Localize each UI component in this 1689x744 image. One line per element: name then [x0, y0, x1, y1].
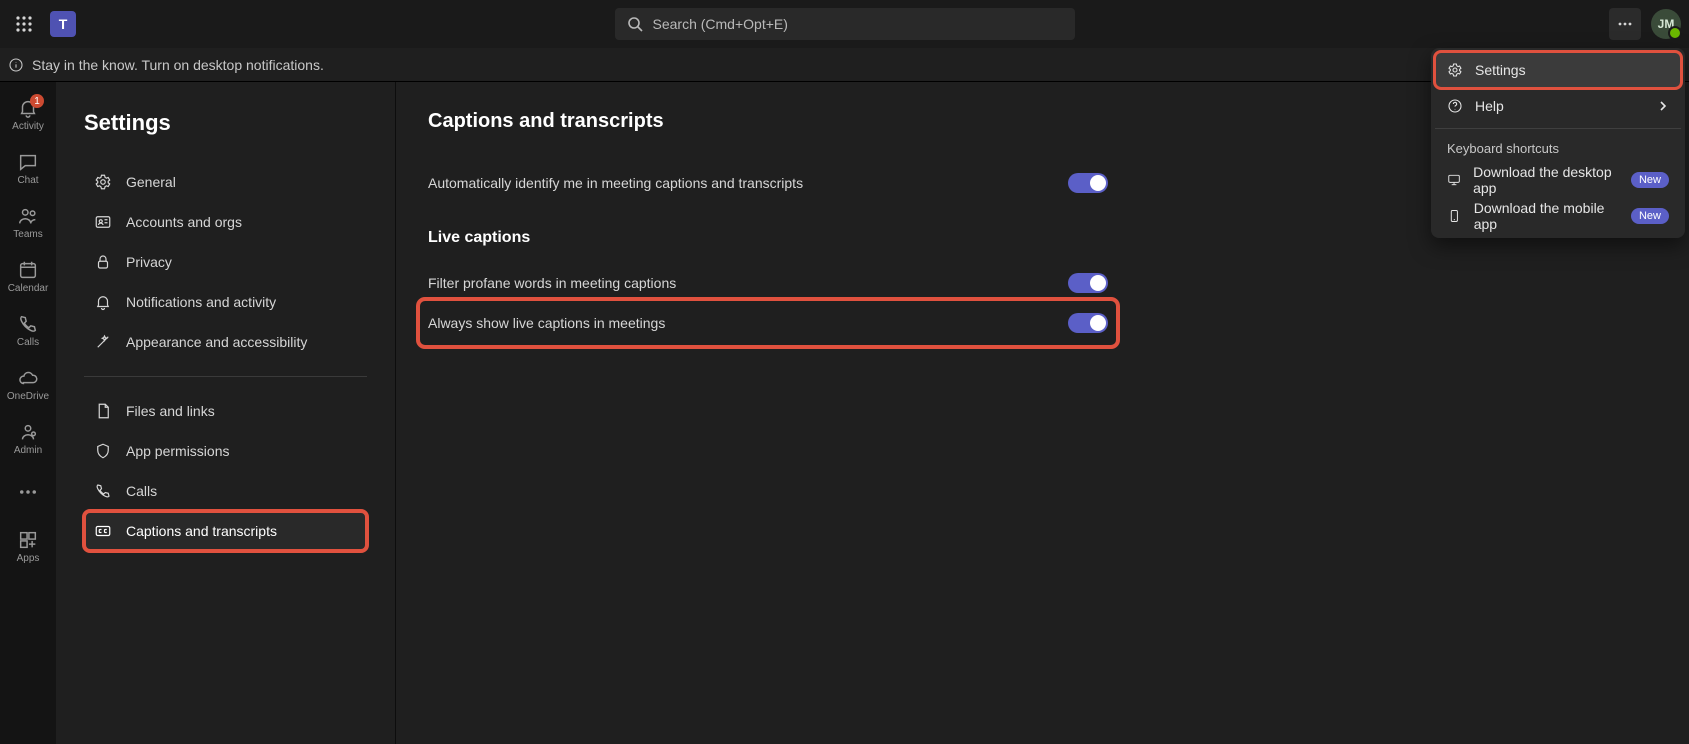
search-icon	[627, 16, 643, 32]
settings-item-label: Appearance and accessibility	[126, 334, 307, 350]
chevron-right-icon	[1657, 100, 1669, 112]
settings-item-label: App permissions	[126, 443, 230, 459]
menu-settings[interactable]: Settings	[1435, 52, 1681, 88]
rail-onedrive-label: OneDrive	[7, 391, 49, 402]
rail-apps-label: Apps	[17, 553, 40, 564]
cc-icon	[94, 522, 112, 540]
menu-settings-label: Settings	[1475, 62, 1526, 78]
chat-icon	[17, 151, 39, 173]
rail-teams[interactable]: Teams	[0, 196, 56, 248]
info-icon	[8, 57, 24, 73]
shield-icon	[94, 442, 112, 460]
settings-nav: Settings General Accounts and orgs Priva…	[56, 82, 396, 744]
settings-item-general[interactable]: General	[84, 162, 367, 202]
gear-icon	[94, 173, 112, 191]
settings-item-captions[interactable]: Captions and transcripts	[84, 511, 367, 551]
profile-menu: Settings Help Keyboard shortcuts Downloa…	[1431, 48, 1685, 238]
toggle-filter-profane-label: Filter profane words in meeting captions	[428, 275, 676, 291]
rail-calendar-label: Calendar	[8, 283, 49, 294]
rail-chat-label: Chat	[17, 175, 38, 186]
bell-icon	[94, 293, 112, 311]
menu-download-mobile-label: Download the mobile app	[1474, 200, 1619, 232]
toggle-auto-identify-label: Automatically identify me in meeting cap…	[428, 175, 803, 191]
rail-chat[interactable]: Chat	[0, 142, 56, 194]
toggle-filter-profane[interactable]	[1068, 273, 1108, 293]
lock-icon	[94, 253, 112, 271]
settings-item-label: Notifications and activity	[126, 294, 276, 310]
waffle-icon	[15, 15, 33, 33]
settings-item-label: Captions and transcripts	[126, 523, 277, 539]
rail-activity-label: Activity	[12, 121, 44, 132]
settings-item-label: General	[126, 174, 176, 190]
cloud-icon	[17, 367, 39, 389]
settings-item-privacy[interactable]: Privacy	[84, 242, 367, 282]
gear-icon	[1447, 62, 1463, 78]
settings-item-label: Files and links	[126, 403, 215, 419]
menu-section-heading: Keyboard shortcuts	[1435, 133, 1681, 162]
rail-teams-label: Teams	[13, 229, 42, 240]
settings-item-label: Calls	[126, 483, 157, 499]
new-badge: New	[1631, 208, 1669, 224]
phone-icon	[17, 313, 39, 335]
settings-item-permissions[interactable]: App permissions	[84, 431, 367, 471]
menu-help[interactable]: Help	[1435, 88, 1681, 124]
settings-title: Settings	[84, 110, 367, 136]
settings-item-accounts[interactable]: Accounts and orgs	[84, 202, 367, 242]
menu-help-label: Help	[1475, 98, 1504, 114]
rail-more[interactable]	[0, 466, 56, 518]
more-options-button[interactable]	[1609, 8, 1641, 40]
notification-text: Stay in the know. Turn on desktop notifi…	[32, 57, 324, 73]
id-icon	[94, 213, 112, 231]
app-launcher-button[interactable]	[8, 8, 40, 40]
rail-calendar[interactable]: Calendar	[0, 250, 56, 302]
toggle-always-show[interactable]	[1068, 313, 1108, 333]
settings-item-label: Accounts and orgs	[126, 214, 242, 230]
rail-calls[interactable]: Calls	[0, 304, 56, 356]
toggle-auto-identify-row: Automatically identify me in meeting cap…	[428, 163, 1108, 203]
menu-download-mobile[interactable]: Download the mobile app New	[1435, 198, 1681, 234]
settings-item-label: Privacy	[126, 254, 172, 270]
menu-download-desktop[interactable]: Download the desktop app New	[1435, 162, 1681, 198]
admin-icon	[17, 421, 39, 443]
ellipsis-icon	[18, 482, 38, 502]
help-icon	[1447, 98, 1463, 114]
ellipsis-icon	[1617, 16, 1633, 32]
calendar-icon	[17, 259, 39, 281]
toggle-always-show-row: Always show live captions in meetings	[422, 303, 1114, 343]
new-badge: New	[1631, 172, 1669, 188]
toggle-filter-profane-row: Filter profane words in meeting captions	[428, 263, 1108, 303]
rail-activity[interactable]: 1 Activity	[0, 88, 56, 140]
mobile-icon	[1447, 208, 1462, 224]
toggle-always-show-label: Always show live captions in meetings	[428, 315, 665, 331]
settings-item-calls[interactable]: Calls	[84, 471, 367, 511]
activity-badge: 1	[30, 94, 44, 108]
people-icon	[17, 205, 39, 227]
avatar-initials: JM	[1658, 17, 1675, 31]
apps-icon	[17, 529, 39, 551]
rail-admin[interactable]: Admin	[0, 412, 56, 464]
search-input[interactable]: Search (Cmd+Opt+E)	[615, 8, 1075, 40]
wand-icon	[94, 333, 112, 351]
menu-download-desktop-label: Download the desktop app	[1473, 164, 1619, 196]
avatar[interactable]: JM	[1651, 9, 1681, 39]
rail-apps[interactable]: Apps	[0, 520, 56, 572]
rail-admin-label: Admin	[14, 445, 42, 456]
search-placeholder: Search (Cmd+Opt+E)	[653, 16, 788, 32]
app-rail: 1 Activity Chat Teams Calendar Calls One…	[0, 82, 56, 744]
phone-icon	[94, 482, 112, 500]
desktop-icon	[1447, 172, 1461, 188]
menu-divider	[1435, 128, 1681, 129]
rail-onedrive[interactable]: OneDrive	[0, 358, 56, 410]
settings-item-notifications[interactable]: Notifications and activity	[84, 282, 367, 322]
settings-divider	[84, 376, 367, 377]
file-icon	[94, 402, 112, 420]
teams-logo-icon: T	[50, 11, 76, 37]
settings-item-files[interactable]: Files and links	[84, 391, 367, 431]
toggle-auto-identify[interactable]	[1068, 173, 1108, 193]
rail-calls-label: Calls	[17, 337, 39, 348]
settings-item-appearance[interactable]: Appearance and accessibility	[84, 322, 367, 362]
